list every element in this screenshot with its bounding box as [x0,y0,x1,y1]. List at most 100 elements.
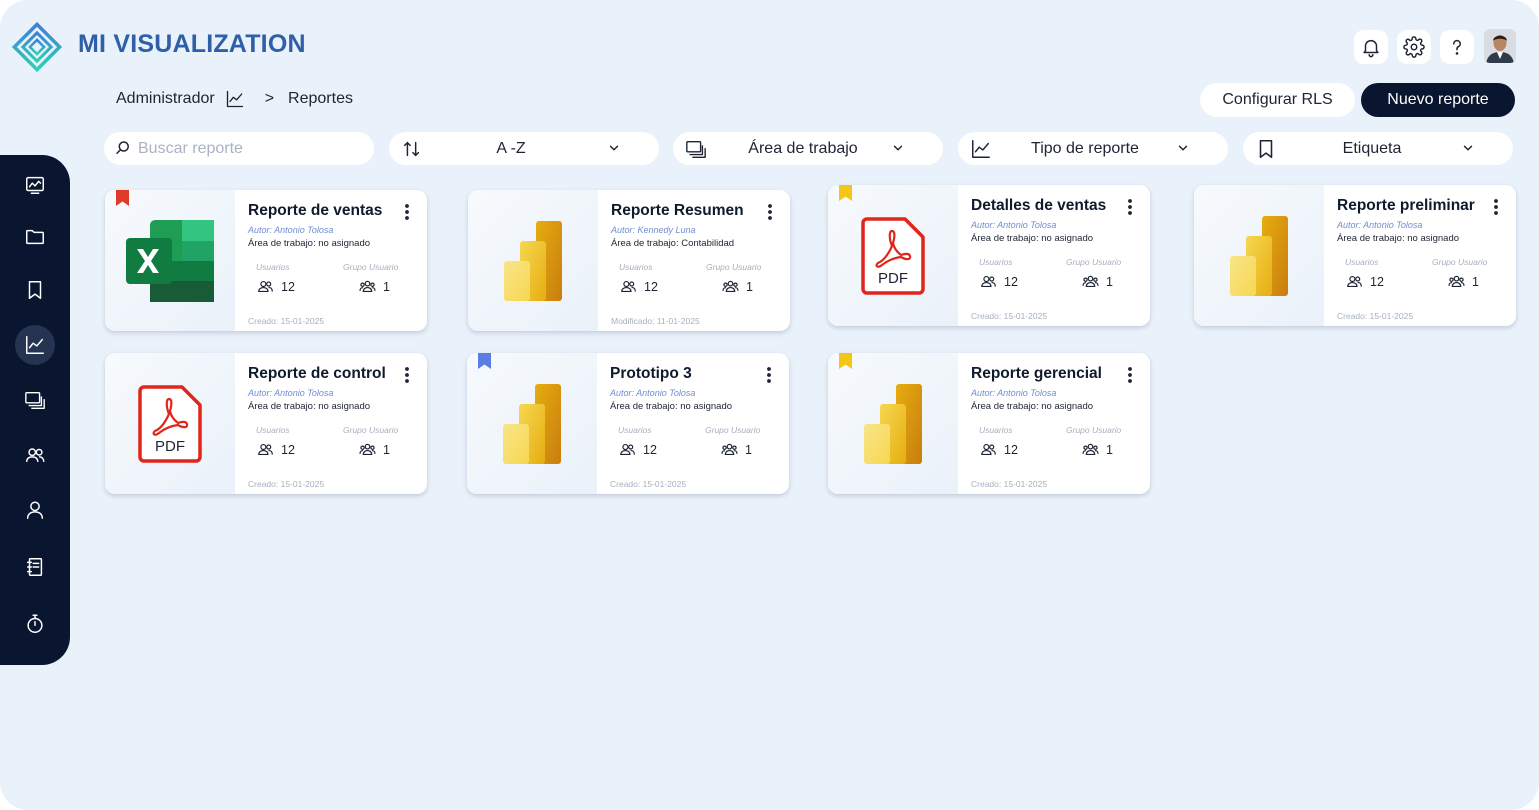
groups-count: 1 [722,278,753,295]
powerbi-file-icon [503,383,561,464]
more-options-icon[interactable] [398,202,416,222]
notebook-icon [26,558,43,576]
report-author: Autor: Antonio Tolosa [971,220,1057,230]
report-title[interactable]: Reporte preliminar [1337,197,1475,215]
sidebar-item-workspaces[interactable] [15,380,55,420]
report-thumbnail: PDF [828,185,958,326]
users-icon [258,280,273,293]
users-count-value: 12 [281,279,295,294]
report-card[interactable]: PDF Detalles de ventas Autor: Antonio Tolo… [828,185,1150,326]
sidebar-item-bookmarks[interactable] [15,270,55,310]
users-count: 12 [1346,273,1384,290]
sidebar-item-timer[interactable] [15,604,55,644]
report-title[interactable]: Reporte de ventas [248,202,382,220]
sort-select[interactable]: A -Z [389,132,659,165]
workspace-select[interactable]: Área de trabajo [673,132,943,165]
help-button[interactable] [1440,30,1474,64]
users-count: 12 [257,441,295,458]
excel-file-icon [126,219,214,302]
users-label: Usuarios [979,257,1013,267]
report-card[interactable]: Prototipo 3 Autor: Antonio Tolosa Área de … [467,353,789,494]
tag-select[interactable]: Etiqueta [1243,132,1513,165]
chevron-down-icon [609,145,619,151]
chevron-down-icon [1178,145,1188,151]
users-label: Usuarios [979,425,1013,435]
report-workspace: Área de trabajo: no asignado [610,401,733,412]
users-count-value: 12 [281,442,295,457]
settings-button[interactable] [1397,30,1431,64]
pdf-file-icon: PDF [861,216,925,295]
report-card[interactable]: Reporte de ventas Autor: Antonio Tolosa Ár… [105,190,427,331]
report-title[interactable]: Detalles de ventas [971,197,1106,215]
users-count: 12 [620,278,658,295]
report-card[interactable]: Reporte Resumen Autor: Kennedy Luna Área d… [468,190,790,331]
groups-label: Grupo Usuario [705,425,761,435]
user-groups-icon [1082,443,1099,456]
configure-rls-button[interactable]: Configurar RLS [1200,83,1355,117]
users-count-value: 12 [1004,274,1018,289]
users-count: 12 [980,441,1018,458]
more-options-icon[interactable] [761,202,779,222]
sidebar-item-folders[interactable] [15,217,55,257]
notifications-button[interactable] [1354,30,1388,64]
sidebar-item-dashboard[interactable] [15,165,55,205]
sidebar-item-notebook[interactable] [15,547,55,587]
groups-count: 1 [721,441,752,458]
groups-label: Grupo Usuario [1432,257,1488,267]
sidebar-item-users[interactable] [15,490,55,530]
users-count-value: 12 [644,279,658,294]
users-label: Usuarios [619,262,653,272]
brand-logo-icon [12,22,62,72]
breadcrumb-current: Reportes [288,90,353,107]
report-title[interactable]: Prototipo 3 [610,365,692,383]
groups-label: Grupo Usuario [706,262,762,272]
groups-count-value: 1 [1106,274,1113,289]
tag-bookmark-icon [116,190,129,206]
more-options-icon[interactable] [398,365,416,385]
report-workspace: Área de trabajo: no asignado [971,401,1094,412]
user-groups-icon [359,443,376,456]
more-options-icon[interactable] [760,365,778,385]
more-options-icon[interactable] [1121,197,1139,217]
users-label: Usuarios [256,425,290,435]
more-options-icon[interactable] [1121,365,1139,385]
search-input[interactable] [138,138,358,160]
report-title[interactable]: Reporte de control [248,365,386,383]
tag-bookmark-icon [839,185,852,201]
users-count-value: 12 [1004,442,1018,457]
report-workspace: Área de trabajo: no asignado [248,401,371,412]
report-date: Creado: 15-01-2025 [971,479,1048,489]
powerbi-file-icon [1230,215,1288,296]
tag-bookmark-icon [839,353,852,369]
sidebar-item-reports[interactable] [15,325,55,365]
users-count: 12 [980,273,1018,290]
report-workspace: Área de trabajo: no asignado [1337,233,1460,244]
users-icon [981,275,996,288]
folder-icon [26,229,44,245]
report-title[interactable]: Reporte Resumen [611,202,744,220]
more-options-icon[interactable] [1487,197,1505,217]
search-icon [116,141,129,154]
report-card[interactable]: PDF Reporte de control Autor: Antonio Tolo… [105,353,427,494]
sidebar-item-groups[interactable] [15,435,55,475]
help-icon [1453,39,1461,55]
stopwatch-icon [27,614,43,633]
report-author: Autor: Antonio Tolosa [248,388,334,398]
report-title[interactable]: Reporte gerencial [971,365,1102,383]
report-card[interactable]: Reporte preliminar Autor: Antonio Tolosa Á… [1194,185,1516,326]
user-groups-icon [1082,275,1099,288]
groups-count-value: 1 [383,442,390,457]
report-thumbnail [1194,185,1324,326]
avatar[interactable] [1484,29,1516,63]
report-thumbnail [828,353,958,494]
users-icon [981,443,996,456]
users-label: Usuarios [1345,257,1379,267]
chart-icon [26,336,44,354]
workspaces-icon [25,391,45,409]
new-report-button[interactable]: Nuevo reporte [1361,83,1515,117]
groups-count-value: 1 [1472,274,1479,289]
report-type-select[interactable]: Tipo de reporte [958,132,1228,165]
report-card[interactable]: Reporte gerencial Autor: Antonio Tolosa Ár… [828,353,1150,494]
breadcrumb-root[interactable]: Administrador [116,90,215,108]
search-field[interactable] [104,132,374,165]
